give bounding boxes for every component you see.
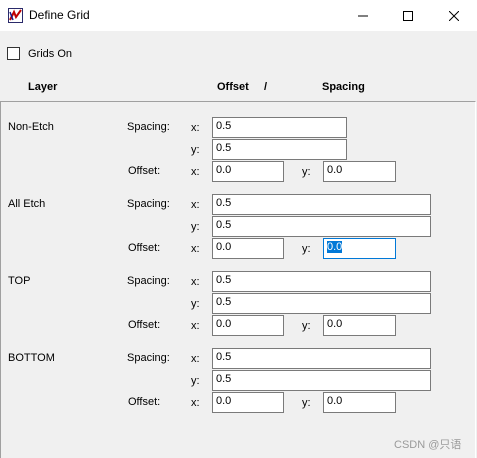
maximize-button[interactable] [385,0,431,31]
offset-x-field[interactable]: 0.0 [212,392,284,413]
spacing-label: Spacing: [127,352,170,364]
offset-label: Offset: [128,165,161,177]
spacing-label: Spacing: [127,275,170,287]
layer-name: TOP [8,275,31,287]
layer-name: All Etch [8,198,46,210]
y-label: y: [302,243,311,255]
spacing-y-field[interactable]: 0.5 [212,293,431,314]
header-spacing: Spacing [322,81,365,93]
close-icon [449,10,459,21]
y-label: y: [191,144,200,156]
layer-name: BOTTOM [8,352,55,364]
grid-panel: Non-Etch Spacing: x: y: Offset: x: y: 0.… [0,101,476,458]
x-label: x: [191,243,200,255]
x-label: x: [191,353,200,365]
offset-label: Offset: [128,242,161,254]
layer-group-all-etch: All Etch Spacing: x: y: Offset: x: y: 0.… [1,179,477,259]
maximize-icon [403,10,413,21]
spacing-label: Spacing: [127,121,170,133]
grids-on-label: Grids On [28,47,73,60]
spacing-x-field[interactable]: 0.5 [212,271,431,292]
offset-y-field[interactable]: 0.0 [323,392,396,413]
x-label: x: [191,276,200,288]
spacing-x-field[interactable]: 0.5 [212,117,347,138]
y-label: y: [302,320,311,332]
y-label: y: [191,298,200,310]
minimize-icon [358,15,368,16]
x-label: x: [191,397,200,409]
y-label: y: [191,221,200,233]
selected-text: 0.0 [327,241,343,253]
header-offset: Offset [217,81,249,93]
spacing-y-field[interactable]: 0.5 [212,370,431,391]
spacing-y-field[interactable]: 0.5 [212,139,347,160]
header-layer: Layer [28,81,58,93]
watermark: CSDN @只语 [394,439,462,451]
close-button[interactable] [431,0,477,31]
window-title: Define Grid [29,8,90,22]
y-label: y: [302,397,311,409]
layer-group-bottom: BOTTOM Spacing: x: y: Offset: x: y: 0.5 … [1,333,477,413]
layer-group-top: TOP Spacing: x: y: Offset: x: y: 0.5 0.5… [1,256,477,336]
x-label: x: [191,166,200,178]
x-label: x: [191,122,200,134]
grids-on-row[interactable]: Grids On [7,47,72,60]
title-bar: Define Grid [0,0,477,31]
offset-label: Offset: [128,319,161,331]
grid-app-icon [8,8,23,23]
spacing-x-field[interactable]: 0.5 [212,348,431,369]
y-label: y: [302,166,311,178]
spacing-label: Spacing: [127,198,170,210]
layer-name: Non-Etch [8,121,54,133]
header-slash: / [264,81,268,93]
grids-on-checkbox[interactable] [7,47,20,60]
x-label: x: [191,320,200,332]
minimize-button[interactable] [340,0,386,31]
layer-group-non-etch: Non-Etch Spacing: x: y: Offset: x: y: 0.… [1,102,477,182]
spacing-x-field[interactable]: 0.5 [212,194,431,215]
offset-label: Offset: [128,396,161,408]
x-label: x: [191,199,200,211]
y-label: y: [191,375,200,387]
spacing-y-field[interactable]: 0.5 [212,216,431,237]
